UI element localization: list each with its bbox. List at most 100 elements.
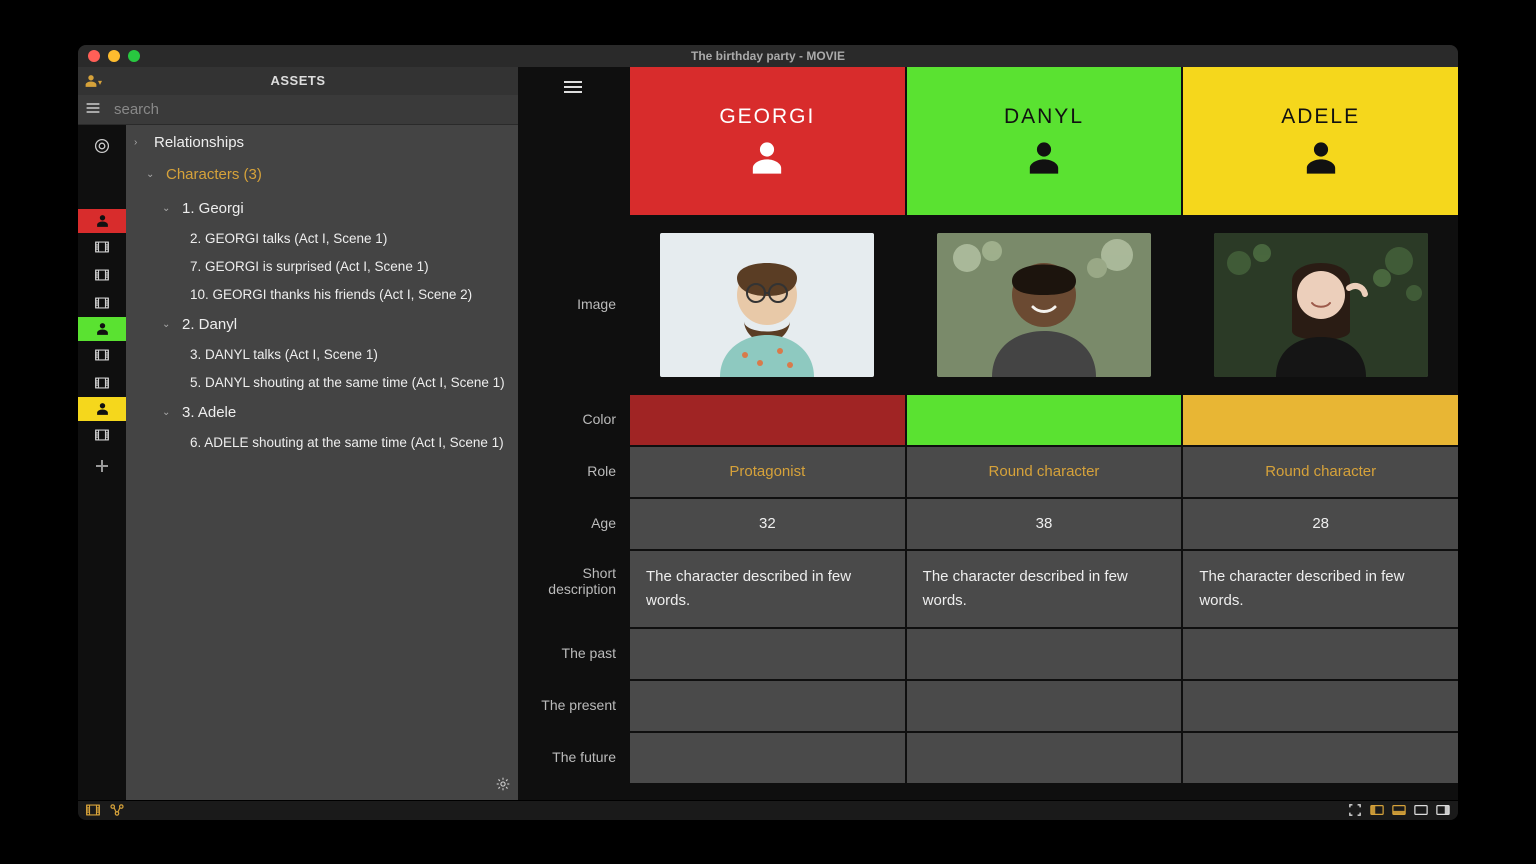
account-icon[interactable]: ▾ [78, 73, 108, 89]
sidebar-search [78, 95, 518, 125]
content-area: ▾ ASSETS [78, 67, 1458, 800]
tree-scene[interactable]: 6. ADELE shouting at the same time (Act … [126, 429, 518, 457]
tree-label: Characters (3) [166, 166, 262, 183]
sidebar-title: ASSETS [108, 73, 488, 88]
age-georgi[interactable]: 32 [630, 499, 905, 549]
gear-icon[interactable] [496, 777, 510, 794]
film-icon[interactable] [78, 261, 126, 289]
tree-relationships[interactable]: › Relationships [126, 129, 518, 157]
row-label-present: The present [518, 681, 628, 731]
row-label-role: Role [518, 447, 628, 497]
film-icon[interactable] [78, 341, 126, 369]
rail-char-danyl[interactable] [78, 317, 126, 341]
add-button[interactable] [78, 451, 126, 481]
tree-label: 2. Danyl [182, 316, 237, 333]
age-danyl[interactable]: 38 [907, 499, 1182, 549]
search-input[interactable] [108, 101, 518, 118]
film-icon[interactable] [78, 289, 126, 317]
film-icon[interactable] [78, 421, 126, 449]
row-label-age: Age [518, 499, 628, 549]
character-name: ADELE [1281, 105, 1360, 129]
target-icon[interactable] [78, 129, 126, 163]
present-adele[interactable] [1183, 681, 1458, 731]
role-value: Round character [1265, 463, 1376, 480]
character-header-georgi[interactable]: GEORGI [630, 67, 905, 215]
future-adele[interactable] [1183, 733, 1458, 783]
character-header-danyl[interactable]: DANYL [907, 67, 1182, 215]
tree-label: 3. DANYL talks (Act I, Scene 1) [190, 347, 378, 362]
color-swatch-danyl[interactable] [907, 395, 1182, 445]
tree-character-danyl[interactable]: ⌄ 2. Danyl [126, 309, 518, 341]
film-icon[interactable] [86, 803, 100, 817]
tree-label: 3. Adele [182, 404, 236, 421]
age-adele[interactable]: 28 [1183, 499, 1458, 549]
rail-char-georgi[interactable] [78, 209, 126, 233]
past-danyl[interactable] [907, 629, 1182, 679]
tree-scene[interactable]: 3. DANYL talks (Act I, Scene 1) [126, 341, 518, 369]
role-adele[interactable]: Round character [1183, 447, 1458, 497]
film-icon[interactable] [78, 233, 126, 261]
tree-characters[interactable]: ⌄ Characters (3) [126, 157, 518, 193]
panel-icon[interactable] [1414, 803, 1428, 817]
panel-bottom-icon[interactable] [1392, 803, 1406, 817]
character-name: GEORGI [719, 105, 815, 129]
present-georgi[interactable] [630, 681, 905, 731]
image-cell-danyl[interactable] [907, 217, 1182, 393]
future-georgi[interactable] [630, 733, 905, 783]
desc-danyl[interactable]: The character described in few words. [907, 551, 1182, 627]
future-danyl[interactable] [907, 733, 1182, 783]
tree-label: 6. ADELE shouting at the same time (Act … [190, 435, 504, 450]
chevron-right-icon: › [134, 137, 148, 148]
comparison-pane: GEORGI DANYL ADELE Image [518, 67, 1458, 800]
row-label-shortdesc: Short description [518, 551, 628, 627]
comparison-grid: GEORGI DANYL ADELE Image [518, 67, 1458, 783]
color-swatch-adele[interactable] [1183, 395, 1458, 445]
desc-value: The character described in few words. [923, 565, 1166, 613]
present-danyl[interactable] [907, 681, 1182, 731]
menu-icon[interactable] [78, 101, 108, 117]
desc-value: The character described in few words. [646, 565, 889, 613]
menu-icon [564, 81, 582, 93]
tree-scene[interactable]: 7. GEORGI is surprised (Act I, Scene 1) [126, 253, 518, 281]
past-georgi[interactable] [630, 629, 905, 679]
film-icon[interactable] [78, 369, 126, 397]
chevron-down-icon: ⌄ [162, 203, 176, 214]
titlebar: The birthday party - MOVIE [78, 45, 1458, 67]
tree-character-georgi[interactable]: ⌄ 1. Georgi [126, 193, 518, 225]
tree-scene[interactable]: 2. GEORGI talks (Act I, Scene 1) [126, 225, 518, 253]
close-window-button[interactable] [88, 50, 100, 62]
chevron-down-icon: ⌄ [162, 319, 176, 330]
row-label-past: The past [518, 629, 628, 679]
chevron-down-icon: ⌄ [162, 407, 176, 418]
character-header-adele[interactable]: ADELE [1183, 67, 1458, 215]
color-swatch-georgi[interactable] [630, 395, 905, 445]
minimize-window-button[interactable] [108, 50, 120, 62]
assets-sidebar: ▾ ASSETS [78, 67, 518, 800]
tree-character-adele[interactable]: ⌄ 3. Adele [126, 397, 518, 429]
past-adele[interactable] [1183, 629, 1458, 679]
assets-tree: › Relationships ⌄ Characters (3) ⌄ 1. Ge… [126, 125, 518, 800]
desc-georgi[interactable]: The character described in few words. [630, 551, 905, 627]
graph-icon[interactable] [110, 803, 124, 817]
rail-char-adele[interactable] [78, 397, 126, 421]
zoom-window-button[interactable] [128, 50, 140, 62]
panel-right-icon[interactable] [1436, 803, 1450, 817]
desc-adele[interactable]: The character described in few words. [1183, 551, 1458, 627]
age-value: 28 [1312, 515, 1329, 532]
tree-label: 1. Georgi [182, 200, 244, 217]
grid-menu-button[interactable] [518, 67, 628, 215]
row-label-image: Image [518, 217, 628, 393]
sidebar-rail [78, 125, 126, 800]
panel-left-icon[interactable] [1370, 803, 1384, 817]
image-cell-adele[interactable] [1183, 217, 1458, 393]
role-georgi[interactable]: Protagonist [630, 447, 905, 497]
chevron-down-icon: ⌄ [146, 169, 160, 180]
fullscreen-icon[interactable] [1348, 803, 1362, 817]
portrait-adele [1214, 233, 1428, 377]
image-cell-georgi[interactable] [630, 217, 905, 393]
app-window: The birthday party - MOVIE ▾ ASSETS [78, 45, 1458, 820]
tree-scene[interactable]: 5. DANYL shouting at the same time (Act … [126, 369, 518, 397]
tree-scene[interactable]: 10. GEORGI thanks his friends (Act I, Sc… [126, 281, 518, 309]
role-danyl[interactable]: Round character [907, 447, 1182, 497]
desc-value: The character described in few words. [1199, 565, 1442, 613]
